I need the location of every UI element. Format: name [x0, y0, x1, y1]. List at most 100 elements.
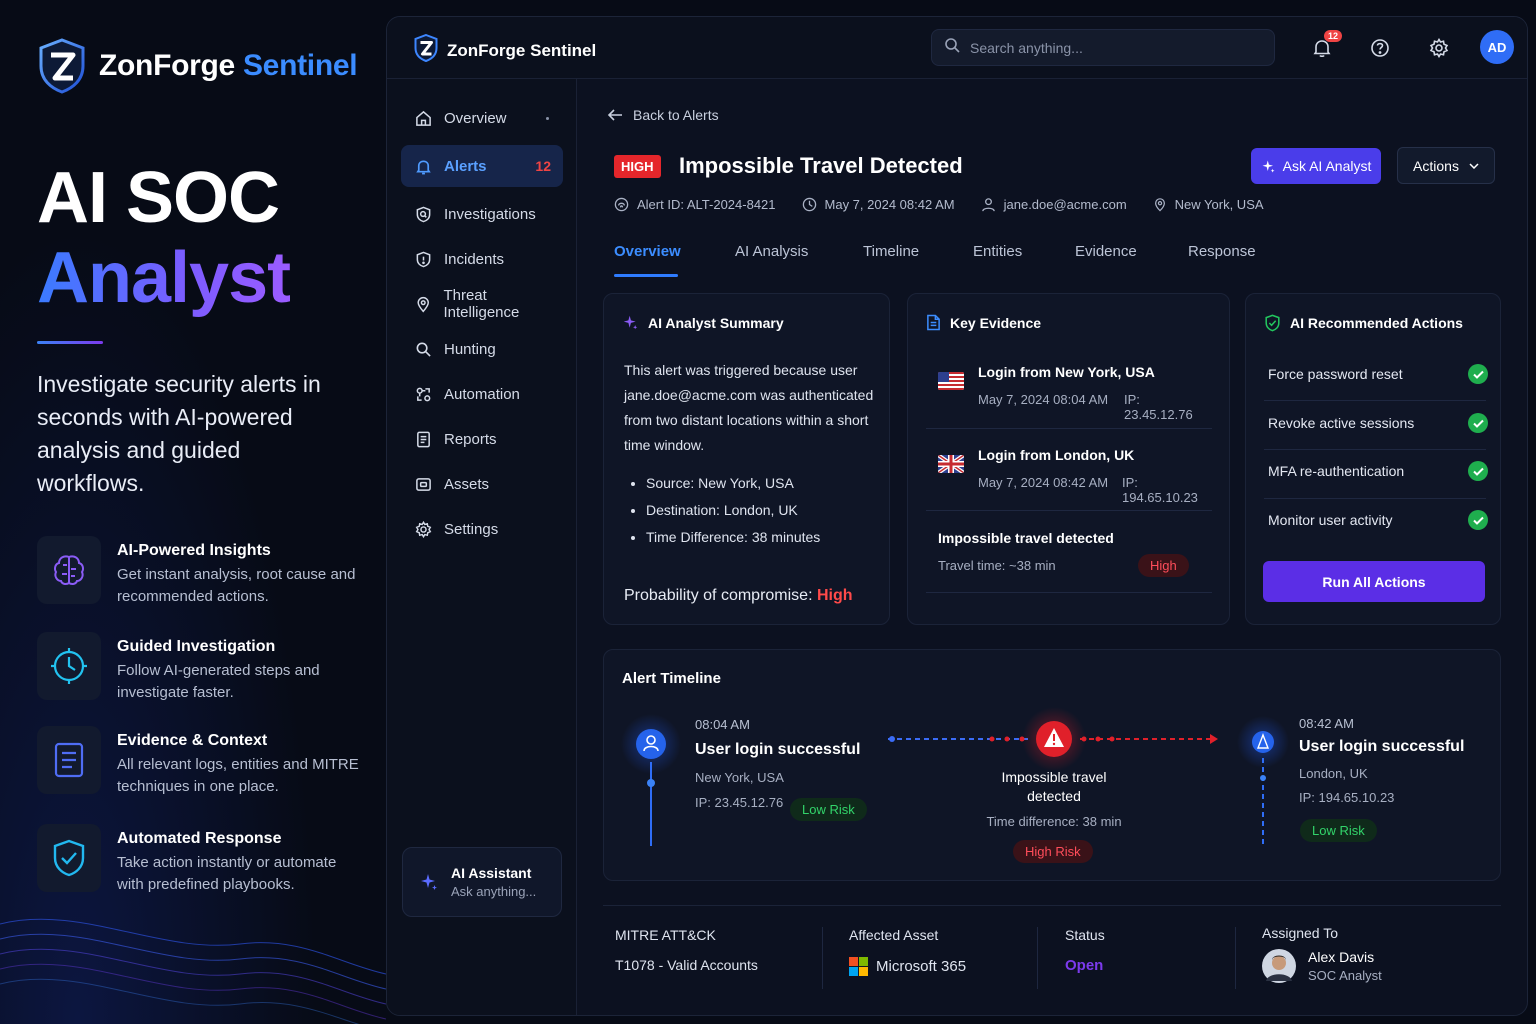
fingerprint-icon [614, 197, 629, 212]
clock-icon [37, 632, 101, 700]
check-circle-icon [1468, 461, 1488, 481]
tab-ai-analysis[interactable]: AI Analysis [735, 243, 808, 260]
assignee[interactable]: Alex Davis SOC Analyst [1262, 949, 1382, 983]
user-avatar[interactable]: AD [1480, 30, 1514, 64]
app-brand[interactable]: ZonForge Sentinel [413, 33, 596, 67]
document-icon [927, 314, 940, 331]
timeline-left-ip: IP: 23.45.12.76 [695, 795, 784, 810]
action-label: Revoke active sessions [1268, 415, 1415, 431]
sidebar-item-label: Settings [444, 520, 499, 538]
action-item-force-password-reset[interactable]: Force password reset [1268, 362, 1488, 386]
affected-asset-info: Affected Asset Microsoft 365 [849, 927, 966, 976]
search-bar[interactable] [931, 29, 1275, 66]
sidebar-item-investigations[interactable]: Investigations [401, 193, 563, 235]
notification-count-badge: 12 [1323, 30, 1342, 42]
timeline-right-ip: IP: 194.65.10.23 [1299, 790, 1395, 805]
list-item: Time Difference: 38 minutes [646, 524, 820, 551]
probability-value: High [816, 587, 853, 604]
timeline-right-location: London, UK [1299, 766, 1368, 781]
ai-summary-bullets: Source: New York, USA Destination: Londo… [646, 470, 820, 551]
actions-dropdown[interactable]: Actions [1397, 147, 1495, 184]
tab-overview[interactable]: Overview [614, 243, 681, 260]
brand-word-2: Sentinel [242, 49, 358, 82]
detection-subtitle: Travel time: ~38 min [938, 558, 1056, 573]
feature-title: Evidence & Context [117, 732, 268, 749]
ai-summary-card: AI Analyst Summary This alert was trigge… [603, 293, 890, 625]
ask-ai-analyst-button[interactable]: Ask AI Analyst [1251, 148, 1381, 184]
compromise-probability: Probability of compromise: High [624, 587, 853, 605]
action-item-mfa-reauth[interactable]: MFA re-authentication [1268, 459, 1488, 483]
detection-item: Impossible travel detected Travel time: … [926, 530, 1212, 590]
alert-user: jane.doe@acme.com [981, 197, 1127, 212]
evidence-title: Login from London, UK [978, 447, 1135, 463]
alerts-count-badge: 12 [535, 158, 551, 174]
action-item-revoke-sessions[interactable]: Revoke active sessions [1268, 411, 1488, 435]
sidebar-item-hunting[interactable]: Hunting [401, 328, 563, 370]
divider [822, 927, 823, 989]
sidebar-item-label: Reports [444, 430, 497, 448]
search-icon [944, 37, 960, 58]
evidence-item[interactable]: Login from New York, USA May 7, 2024 08:… [926, 364, 1212, 422]
search-icon [416, 342, 431, 357]
tab-response[interactable]: Response [1188, 243, 1256, 260]
ai-assistant-subtitle: Ask anything... [451, 884, 537, 899]
main-content: Back to Alerts HIGH Impossible Travel De… [577, 79, 1527, 1015]
sidebar-item-indicator [546, 116, 549, 120]
tab-timeline[interactable]: Timeline [863, 243, 919, 260]
settings-button[interactable] [1426, 35, 1452, 61]
timeline-right-time: 08:42 AM [1299, 716, 1354, 731]
sidebar-item-overview[interactable]: Overview [401, 97, 563, 139]
timeline-center-risk-badge: High Risk [1013, 840, 1093, 863]
sparkle-icon [1262, 160, 1275, 172]
sidebar-item-alerts[interactable]: Alerts 12 [401, 145, 563, 187]
sidebar-item-reports[interactable]: Reports [401, 418, 563, 460]
back-to-alerts-link[interactable]: Back to Alerts [607, 107, 719, 123]
feature-evidence-context: Evidence & Context All relevant logs, en… [37, 726, 367, 798]
gear-icon [415, 520, 432, 538]
sidebar-item-label: Hunting [444, 340, 496, 358]
help-button[interactable] [1367, 35, 1393, 61]
action-item-monitor-user[interactable]: Monitor user activity [1268, 508, 1488, 532]
ai-assistant-card[interactable]: AI Assistant Ask anything... [402, 847, 562, 917]
evidence-item[interactable]: Login from London, UK May 7, 2024 08:42 … [926, 447, 1212, 505]
sidebar-item-label: Overview [444, 109, 507, 127]
status-badge[interactable]: Open [1065, 957, 1105, 974]
affected-asset-value[interactable]: Microsoft 365 [849, 957, 966, 976]
timeline-left-title: User login successful [695, 741, 861, 758]
promo-brand: ZonForge Sentinel [37, 38, 358, 94]
arrow-left-icon [607, 109, 622, 121]
run-all-actions-button[interactable]: Run All Actions [1263, 561, 1485, 602]
clock-icon [802, 197, 816, 212]
sidebar-item-label: Investigations [444, 205, 536, 223]
tab-entities[interactable]: Entities [973, 243, 1022, 260]
document-icon [37, 726, 101, 794]
notifications-button[interactable]: 12 [1309, 30, 1342, 61]
timeline-left-time: 08:04 AM [695, 717, 750, 732]
shield-icon [416, 251, 431, 267]
brand-word-1: ZonForge [99, 49, 235, 82]
divider [1264, 400, 1486, 401]
home-icon [416, 110, 431, 126]
action-label: Monitor user activity [1268, 512, 1393, 528]
key-evidence-header: Key Evidence [926, 314, 1041, 331]
shield-check-icon [1265, 314, 1280, 332]
brain-icon [37, 536, 101, 604]
alert-location: New York, USA [1153, 197, 1264, 212]
promo-tagline: Investigate security alerts in seconds w… [37, 371, 321, 496]
sidebar-item-label: Assets [444, 475, 490, 493]
sidebar: Overview Alerts 12 Investigations Incide… [387, 79, 577, 1015]
mitre-value[interactable]: T1078 - Valid Accounts [615, 957, 758, 973]
sparkle-icon [623, 315, 638, 330]
sidebar-item-incidents[interactable]: Incidents [401, 238, 563, 280]
divider [1235, 927, 1236, 989]
alert-tabs: Overview AI Analysis Timeline Entities E… [614, 243, 1494, 277]
tab-evidence[interactable]: Evidence [1075, 243, 1137, 260]
sidebar-item-assets[interactable]: Assets [401, 463, 563, 505]
search-input[interactable] [970, 39, 1250, 56]
action-label: MFA re-authentication [1268, 463, 1405, 479]
sidebar-item-automation[interactable]: Automation [401, 373, 563, 415]
divider [926, 510, 1212, 511]
sidebar-item-settings[interactable]: Settings [401, 508, 563, 550]
sidebar-item-threat-intelligence[interactable]: Threat Intelligence [401, 283, 563, 325]
us-flag-icon [938, 372, 964, 390]
